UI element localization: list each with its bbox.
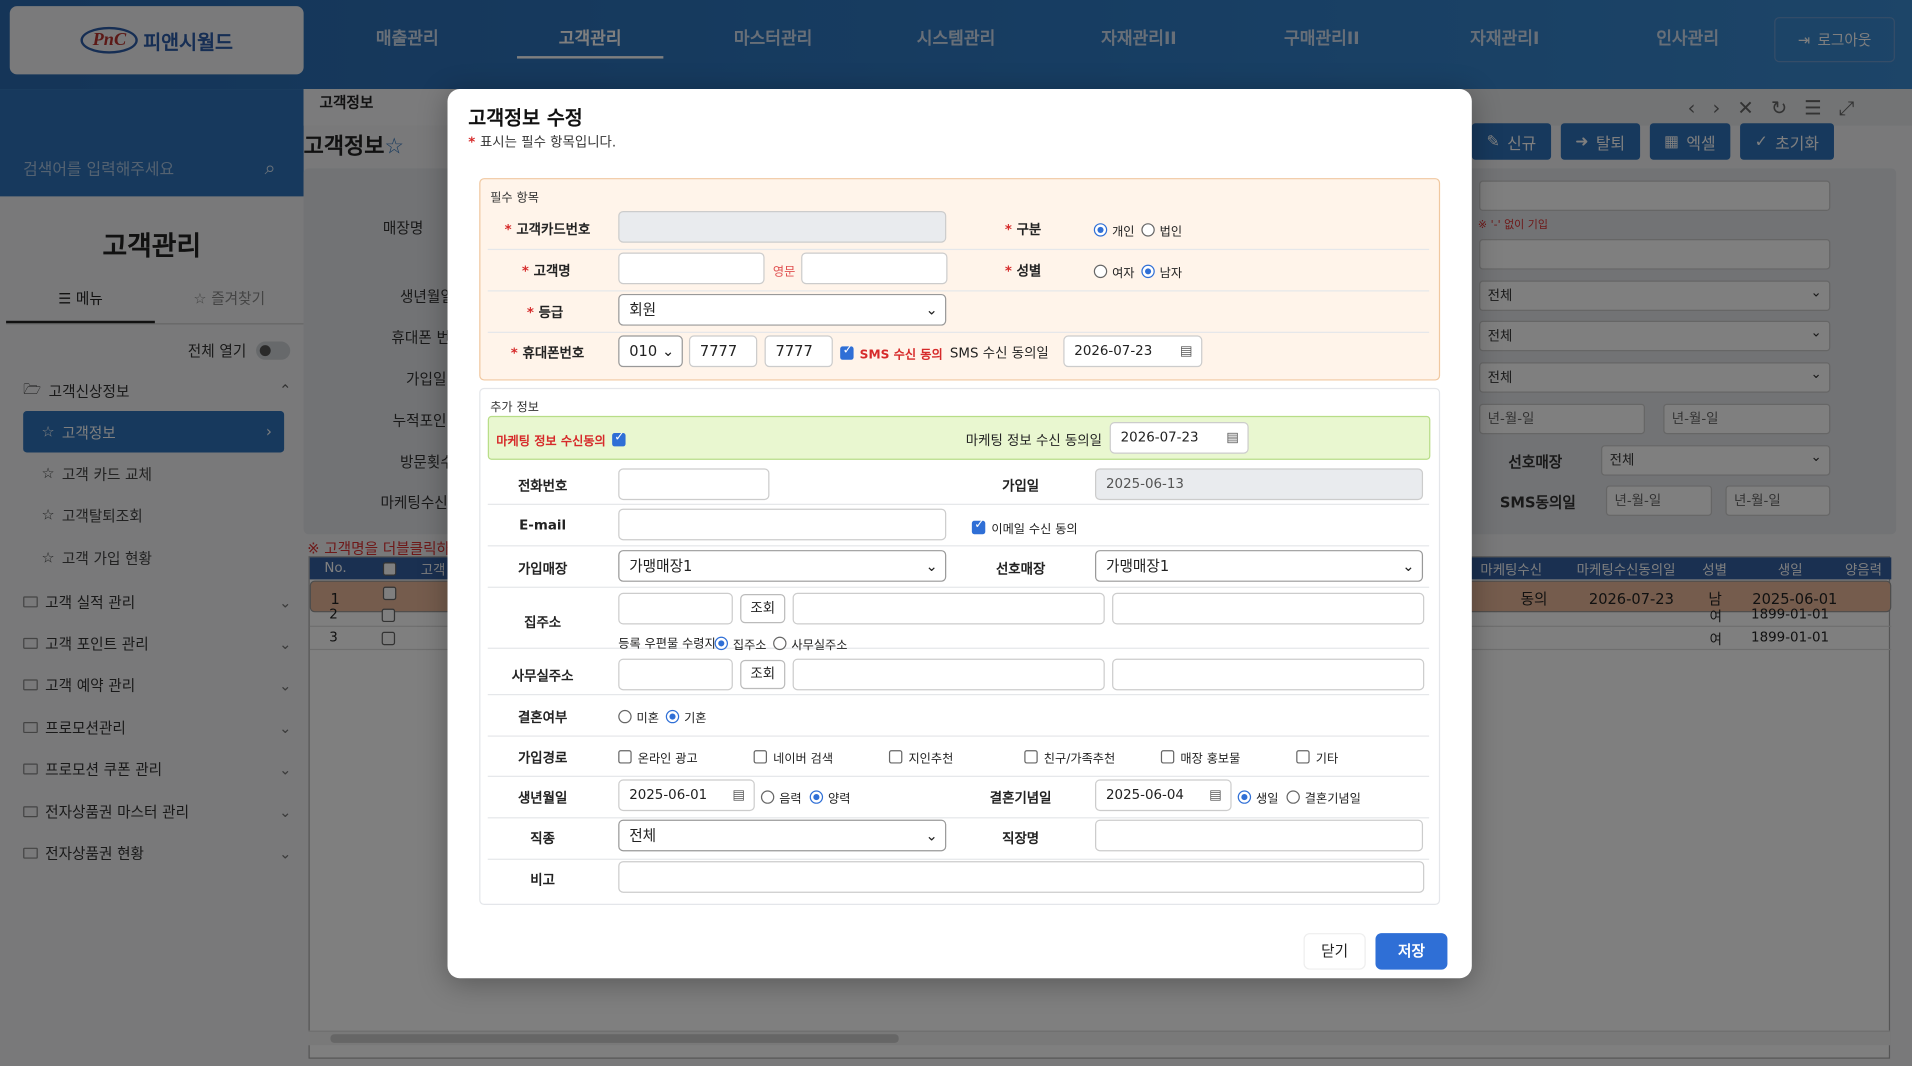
card-no-field[interactable] [618, 211, 947, 243]
email-field[interactable] [618, 508, 947, 541]
calendar-icon[interactable]: ▤ [1226, 423, 1239, 452]
grade-label: * 등급 [526, 304, 564, 321]
section-label-required: 필수 항목 [490, 191, 539, 205]
home-addr-label: 집주소 [524, 614, 562, 631]
route-other-checkbox[interactable]: 기타 [1296, 748, 1338, 766]
office-addr1-field[interactable] [792, 658, 1105, 691]
pref-store-label: 선호매장 [995, 561, 1046, 577]
calendar-icon[interactable]: ▤ [1209, 781, 1222, 810]
home-zip-field[interactable] [618, 592, 733, 625]
company-label: 직장명 [1002, 830, 1040, 847]
birth-date-field[interactable]: 2025-06-01 ▤ [618, 779, 755, 812]
married-radio[interactable]: 기혼 [665, 707, 707, 726]
anniv-date-field[interactable]: 2025-06-04 ▤ [1095, 779, 1232, 812]
marketing-consent-bar [487, 415, 1431, 460]
type-label: * 구분 [1004, 221, 1042, 238]
tel-label: 전화번호 [517, 478, 568, 494]
married-label: 결혼여부 [517, 709, 568, 726]
phone-prefix-select[interactable]: 010 ⌄ [618, 335, 683, 368]
marketing-date-label: 마케팅 정보 수신 동의일 [965, 432, 1102, 449]
gender-female-radio[interactable]: 여자 [1093, 262, 1135, 281]
calendar-icon[interactable]: ▤ [1180, 337, 1193, 366]
lunar-radio[interactable]: 음력 [760, 788, 802, 806]
section-label-extra: 추가 정보 [490, 401, 539, 415]
route-referral-checkbox[interactable]: 지인추천 [888, 748, 953, 766]
eng-label: 영문 [772, 265, 796, 280]
required-star-icon: * [468, 134, 480, 151]
chevron-down-icon: ⌄ [925, 826, 938, 845]
route-naver-checkbox[interactable]: 네이버 검색 [753, 748, 833, 766]
card-no-label: * 고객카드번호 [504, 221, 591, 238]
route-flyer-checkbox[interactable]: 매장 홍보물 [1160, 748, 1240, 766]
chevron-down-icon: ⌄ [662, 342, 675, 360]
modal-title: 고객정보 수정 [468, 106, 583, 130]
job-label: 직종 [530, 830, 555, 847]
memo-field[interactable] [618, 861, 1425, 893]
solar-radio[interactable]: 양력 [809, 788, 850, 806]
anniv-wedding-radio[interactable]: 결혼기념일 [1286, 788, 1361, 806]
office-lookup-button[interactable]: 조회 [740, 659, 786, 690]
anniv-birthday-radio[interactable]: 생일 [1237, 788, 1278, 806]
job-select[interactable]: 전체 ⌄ [618, 819, 947, 852]
edit-customer-modal: 고객정보 수정 * 표시는 필수 항목입니다. 필수 항목 추가 정보 * 고객… [447, 89, 1472, 979]
name-field[interactable] [618, 252, 765, 285]
chevron-down-icon: ⌄ [925, 301, 938, 319]
mail-recv-label: 등록 우편물 수령지 [618, 637, 716, 652]
name-label: * 고객명 [521, 263, 571, 280]
chevron-down-icon: ⌄ [1402, 557, 1415, 575]
type-personal-radio[interactable]: 개인 [1093, 221, 1135, 239]
office-zip-field[interactable] [618, 658, 733, 691]
home-addr2-field[interactable] [1112, 592, 1425, 625]
phone-label: * 휴대폰번호 [510, 345, 585, 362]
gender-label: * 성별 [1004, 263, 1042, 280]
eng-name-field[interactable] [801, 252, 948, 285]
phone-mid-field[interactable]: 7777 [688, 335, 758, 368]
join-store-label: 가입매장 [517, 561, 568, 577]
chevron-down-icon: ⌄ [925, 557, 938, 575]
close-button[interactable]: 닫기 [1303, 933, 1366, 970]
join-date-label: 가입일 [1002, 478, 1040, 494]
route-online-checkbox[interactable]: 온라인 광고 [618, 748, 698, 766]
email-consent-checkbox[interactable]: 이메일 수신 동의 [971, 518, 1078, 537]
join-store-select[interactable]: 가맹매장1 ⌄ [618, 550, 947, 582]
calendar-icon[interactable]: ▤ [732, 781, 745, 810]
email-label: E-mail [519, 517, 567, 534]
memo-label: 비고 [530, 872, 555, 888]
save-button[interactable]: 저장 [1375, 933, 1448, 970]
required-note-text: 표시는 필수 항목입니다. [479, 134, 617, 151]
mail-office-radio[interactable]: 사무실주소 [773, 634, 847, 653]
sms-date-field[interactable]: 2026-07-23 ▤ [1063, 335, 1203, 368]
tel-field[interactable] [618, 468, 770, 501]
office-addr-label: 사무실주소 [511, 668, 574, 685]
home-addr1-field[interactable] [792, 592, 1105, 625]
grade-select[interactable]: 회원 ⌄ [618, 293, 947, 326]
anniv-label: 결혼기념일 [989, 790, 1052, 807]
sms-consent-checkbox[interactable]: SMS 수신 동의 [840, 344, 943, 362]
marketing-consent-checkbox[interactable]: 마케팅 정보 수신동의 [496, 431, 626, 449]
phone-last-field[interactable]: 7777 [764, 335, 833, 368]
route-label: 가입경로 [517, 750, 568, 766]
route-family-checkbox[interactable]: 친구/가족추천 [1024, 748, 1115, 766]
gender-male-radio[interactable]: 남자 [1141, 262, 1182, 281]
pref-store-select[interactable]: 가맹매장1 ⌄ [1095, 550, 1424, 582]
office-addr2-field[interactable] [1112, 658, 1425, 691]
required-note: * 표시는 필수 항목입니다. [468, 132, 616, 152]
single-radio[interactable]: 미혼 [618, 707, 659, 726]
company-field[interactable] [1095, 819, 1424, 852]
birth-label: 생년월일 [517, 790, 568, 807]
mail-home-radio[interactable]: 집주소 [714, 634, 767, 653]
sms-date-label: SMS 수신 동의일 [949, 345, 1049, 362]
type-corporate-radio[interactable]: 법인 [1141, 221, 1182, 239]
home-lookup-button[interactable]: 조회 [740, 593, 786, 624]
join-date-field: 2025-06-13 [1095, 468, 1424, 501]
marketing-date-field[interactable]: 2026-07-23 ▤ [1109, 422, 1249, 454]
